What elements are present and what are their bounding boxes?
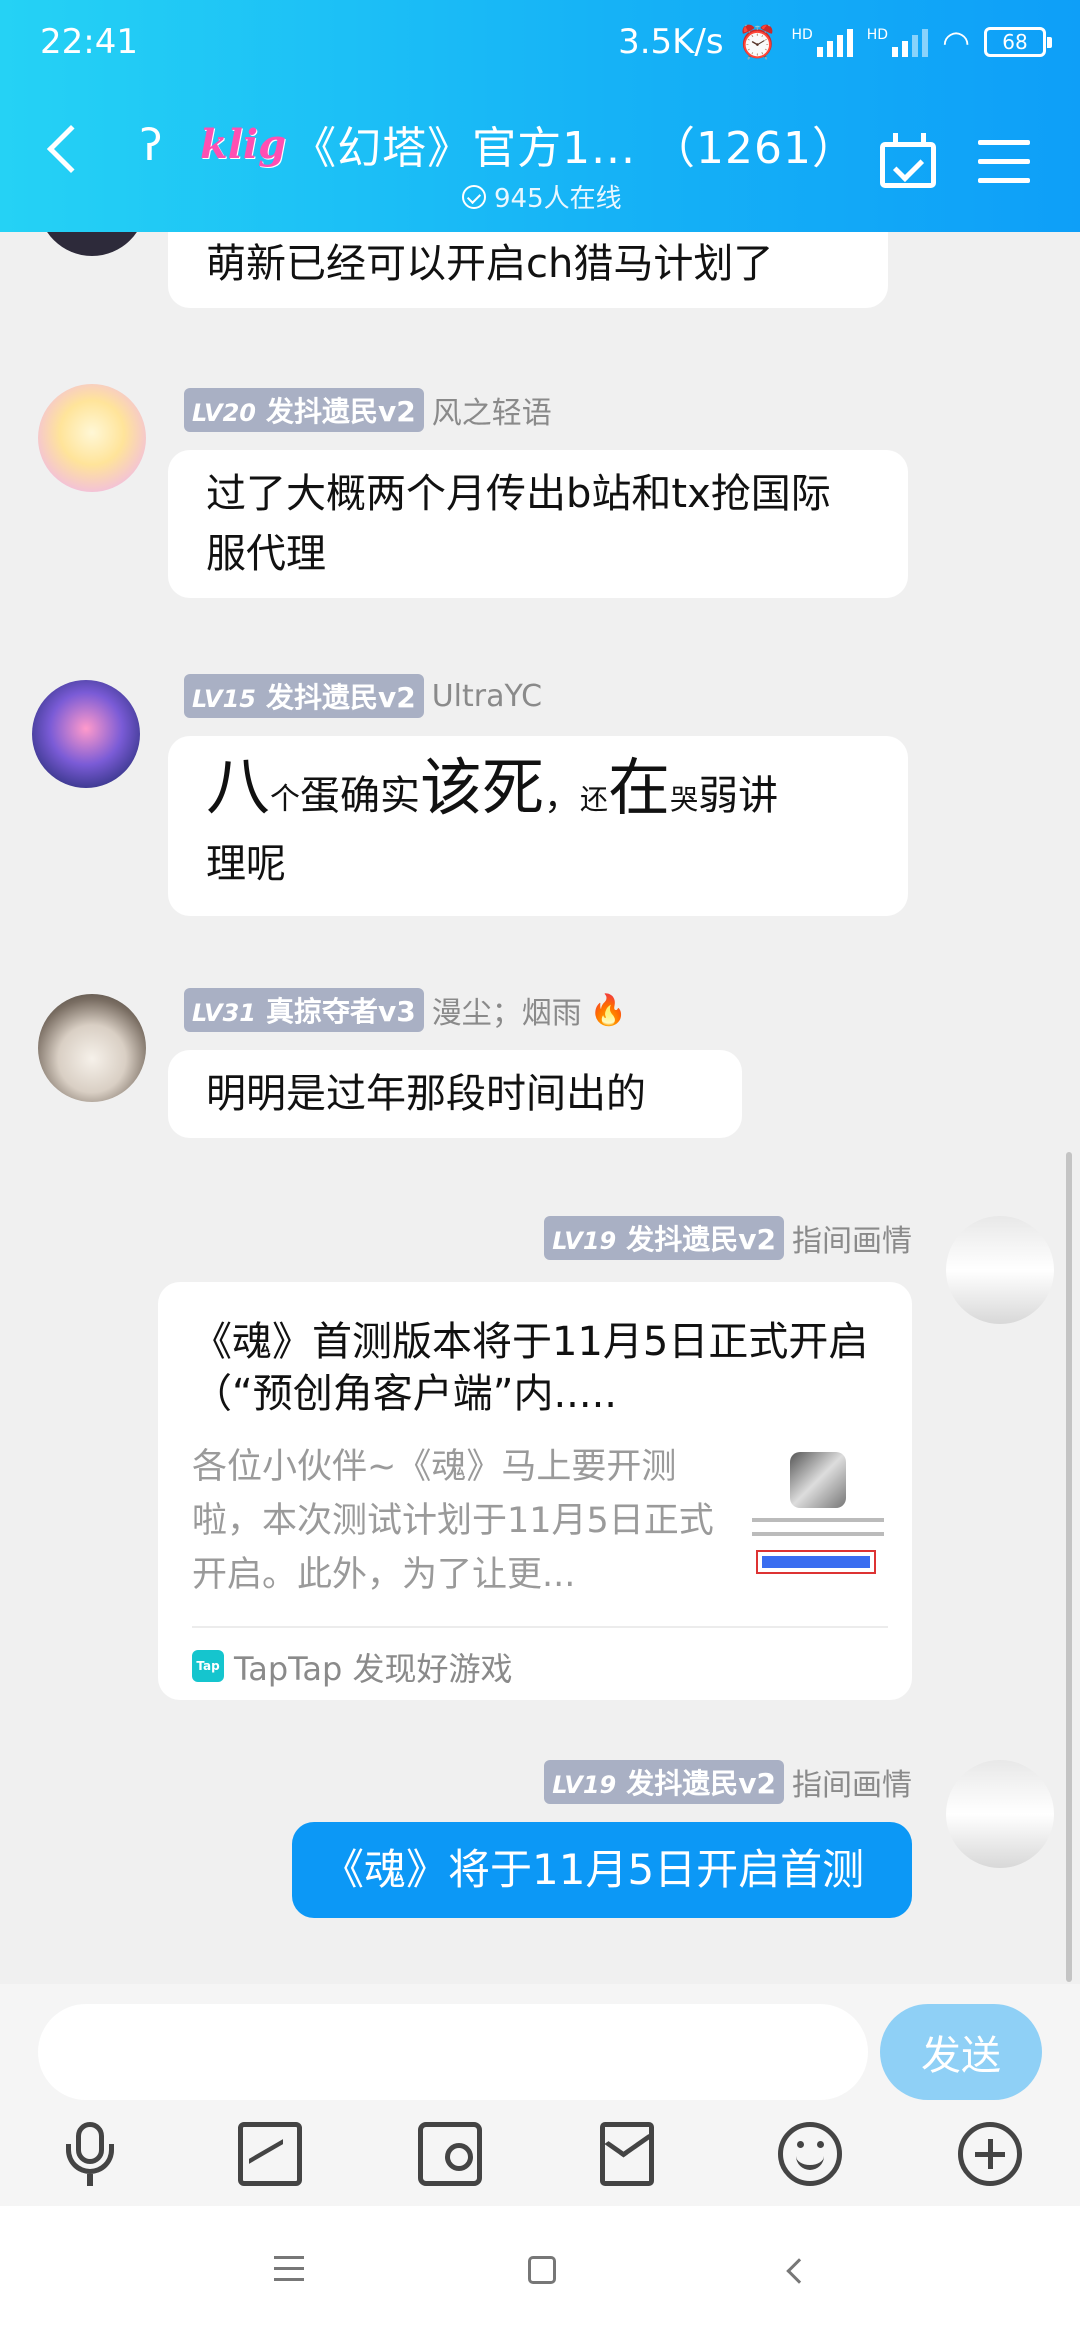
flame-icon: 🔥	[589, 992, 628, 1028]
sender-meta: LV31 真掠夺者v3 漫尘；烟雨 🔥	[184, 988, 627, 1032]
avatar[interactable]	[946, 1216, 1054, 1324]
taptap-icon: Tap	[192, 1650, 224, 1682]
text-small: 哭	[670, 783, 699, 816]
level-badge: LV19 发抖遗民v2	[544, 1216, 784, 1260]
level-badge: LV19 发抖遗民v2	[544, 1760, 784, 1804]
sender-meta: LV15 发抖遗民v2 UltraYC	[184, 674, 542, 718]
text-large: 八	[206, 751, 270, 825]
member-title: 发抖遗民v2	[626, 1767, 776, 1800]
sender-name[interactable]: UltraYC	[432, 679, 542, 714]
avatar[interactable]	[38, 384, 146, 492]
image-icon[interactable]	[238, 2122, 302, 2186]
group-title-area[interactable]: klig 《幻塔》官方1... （1261）	[200, 112, 857, 176]
card-source: TapTap 发现好游戏	[234, 1650, 513, 1688]
nav-home-icon[interactable]	[528, 2256, 556, 2284]
message-input[interactable]	[38, 2004, 868, 2100]
message-bubble[interactable]: 萌新已经可以开启ch猎马计划了	[168, 232, 888, 308]
online-count: 945人在线	[462, 178, 622, 215]
game-logo-icon	[790, 1452, 846, 1508]
plus-icon[interactable]	[958, 2122, 1022, 2186]
nav-back-icon[interactable]	[786, 2258, 812, 2284]
member-title: 发抖遗民v2	[265, 395, 416, 428]
status-icons: 3.5K/s ⏰ HD HD ◠ 68	[618, 22, 1052, 62]
sender-meta: LV20 发抖遗民v2 风之轻语	[184, 388, 552, 432]
message-bubble[interactable]: 八个蛋确实该死，还在哭弱讲理呢	[168, 736, 908, 916]
level-badge: LV31 真掠夺者v3	[184, 988, 424, 1032]
avatar[interactable]	[38, 232, 146, 256]
avatar[interactable]	[946, 1760, 1054, 1868]
card-title: 《魂》首测版本将于11月5日正式开启（“预创角客户端”内.....	[192, 1319, 869, 1417]
signal-hd-label: HD	[791, 27, 813, 43]
group-title: 《幻塔》官方1... （1261）	[292, 123, 857, 174]
signal-icon-2: HD	[866, 27, 929, 57]
sender-name[interactable]: 指间画情	[792, 1216, 912, 1260]
text-large: 在	[608, 751, 671, 824]
calendar-check-icon[interactable]	[880, 133, 936, 188]
chat-header: 22:41 3.5K/s ⏰ HD HD ◠ 68 ʔ klig 《幻塔》官方1…	[0, 0, 1080, 232]
level-label: LV15	[192, 685, 256, 713]
sender-name[interactable]: 指间画情	[792, 1760, 912, 1804]
nav-menu-icon[interactable]	[274, 2256, 304, 2289]
divider	[192, 1626, 888, 1628]
signal-hd-label-2: HD	[866, 27, 889, 43]
input-area: 发送	[0, 1984, 1080, 2206]
sender-name[interactable]: 漫尘；烟雨	[432, 988, 582, 1032]
system-nav-bar	[0, 2206, 1080, 2340]
text-small: 还	[580, 783, 609, 816]
sender-meta: LV19 发抖遗民v2 指间画情	[544, 1216, 912, 1260]
status-time: 22:41	[40, 22, 138, 62]
text-normal: ，	[544, 777, 581, 818]
thumb-button	[756, 1550, 876, 1574]
card-description: 各位小伙伴~《魂》马上要开测啦，本次测试计划于11月5日正式开启。此外，为了让更…	[192, 1447, 714, 1595]
level-label: LV20	[192, 399, 256, 427]
level-label: LV31	[192, 999, 256, 1027]
level-label: LV19	[552, 1227, 617, 1255]
message-bubble[interactable]: 明明是过年那段时间出的	[168, 1050, 742, 1138]
menu-icon[interactable]	[978, 140, 1030, 184]
text-normal: 弱讲	[698, 773, 779, 819]
level-label: LV19	[552, 1771, 617, 1799]
message-bubble-own[interactable]: 《魂》将于11月5日开启首测	[292, 1822, 912, 1918]
card-thumbnail	[748, 1446, 888, 1586]
battery-icon: 68	[984, 27, 1052, 57]
klig-logo: klig	[200, 120, 287, 168]
member-title: 发抖遗民v2	[265, 681, 416, 714]
member-title: 真掠夺者v3	[265, 995, 416, 1028]
alarm-icon: ⏰	[737, 23, 778, 61]
text-normal: 理呢	[206, 841, 286, 887]
text-normal: 蛋确实	[300, 773, 420, 819]
wifi-icon: ◠	[942, 23, 970, 61]
send-button[interactable]: 发送	[880, 2004, 1042, 2100]
signal-icon: HD	[791, 27, 853, 57]
link-card[interactable]: 《魂》首测版本将于11月5日正式开启（“预创角客户端”内..... 各位小伙伴~…	[158, 1282, 912, 1700]
level-badge: LV20 发抖遗民v2	[184, 388, 424, 432]
thumb-text-line	[752, 1518, 884, 1522]
thumb-text-line	[752, 1532, 884, 1536]
net-speed: 3.5K/s	[618, 22, 724, 62]
camera-icon[interactable]	[418, 2122, 482, 2186]
sender-meta: LV19 发抖遗民v2 指间画情	[544, 1760, 912, 1804]
scrollbar[interactable]	[1066, 1152, 1072, 1982]
emoji-icon[interactable]	[778, 2122, 842, 2186]
text-small: 个	[270, 782, 300, 817]
back-icon[interactable]	[46, 124, 96, 174]
message-bubble[interactable]: 过了大概两个月传出b站和tx抢国际服代理	[168, 450, 908, 598]
ear-icon[interactable]: ʔ	[140, 120, 162, 171]
level-badge: LV15 发抖遗民v2	[184, 674, 424, 718]
text-large: 该死	[420, 751, 545, 824]
member-title: 发抖遗民v2	[626, 1223, 776, 1256]
avatar[interactable]	[32, 680, 140, 788]
online-text: 945人在线	[494, 184, 622, 214]
red-packet-icon[interactable]	[600, 2122, 654, 2186]
sender-name[interactable]: 风之轻语	[432, 388, 552, 432]
online-check-icon	[462, 184, 486, 209]
avatar[interactable]	[38, 994, 146, 1102]
mic-icon[interactable]	[58, 2122, 122, 2186]
message-list[interactable]: 萌新已经可以开启ch猎马计划了 LV20 发抖遗民v2 风之轻语 过了大概两个月传…	[0, 232, 1080, 1984]
